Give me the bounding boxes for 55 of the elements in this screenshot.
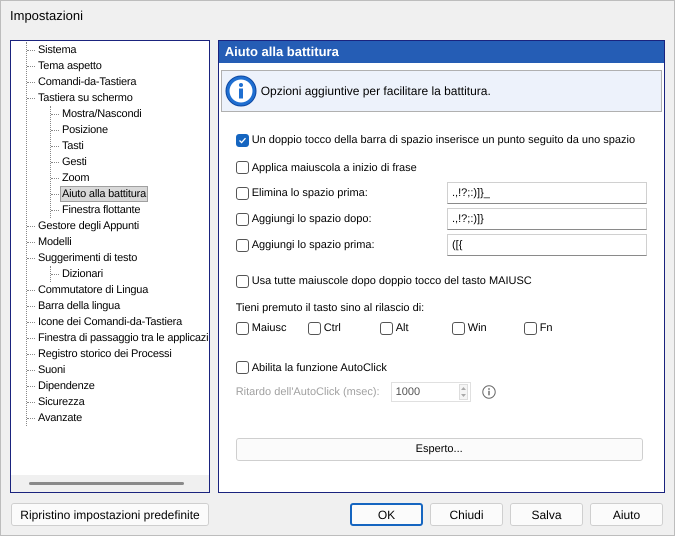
- tree-item[interactable]: Icone dei Comandi-da-Tastiera: [36, 314, 184, 330]
- option-checkbox[interactable]: Applica maiuscola a inizio di frase: [236, 160, 647, 176]
- dialog-button[interactable]: Salva: [510, 503, 583, 526]
- tree-item[interactable]: Gesti: [60, 154, 89, 170]
- dialog-button[interactable]: Aiuto: [590, 503, 663, 526]
- option-checkbox[interactable]: Abilita la funzione AutoClick: [236, 360, 647, 376]
- tree-item[interactable]: Modelli: [36, 234, 74, 250]
- tree-item[interactable]: Suoni: [36, 362, 68, 378]
- panel-title: Aiuto alla battitura: [224, 43, 339, 62]
- delay-label: Ritardo dell'AutoClick (msec):: [236, 384, 380, 400]
- dialog-button[interactable]: OK: [350, 503, 423, 526]
- tree-item[interactable]: Commutatore di Lingua: [36, 282, 150, 298]
- tree-item[interactable]: Tema aspetto: [36, 58, 104, 74]
- tree-item[interactable]: Suggerimenti di testo: [36, 250, 140, 266]
- tree-item[interactable]: Aiuto alla battitura: [60, 186, 148, 202]
- info-icon[interactable]: [482, 385, 496, 399]
- tree-item[interactable]: Sicurezza: [36, 394, 86, 410]
- option-checkbox[interactable]: Usa tutte maiuscole dopo doppio tocco del tasto MAIUSC: [236, 273, 647, 290]
- option-checkbox[interactable]: Aggiungi lo spazio dopo:: [236, 210, 372, 228]
- tree-item[interactable]: Dipendenze: [36, 378, 97, 394]
- option-checkbox[interactable]: Win: [452, 320, 524, 336]
- reset-defaults-button[interactable]: Ripristino impostazioni predefinite: [11, 503, 209, 526]
- option-checkbox[interactable]: Elimina lo spazio prima:: [236, 184, 368, 202]
- hold-keys-label: Tieni premuto il tasto sino al rilascio di:: [236, 300, 426, 316]
- window-title: Impostazioni: [10, 7, 83, 26]
- tree-item[interactable]: Mostra/Nascondi: [60, 106, 144, 122]
- option-checkbox[interactable]: Aggiungi lo spazio prima:: [236, 236, 375, 254]
- input-field[interactable]: .,!?;:)]}_: [447, 182, 647, 204]
- tree-item[interactable]: Dizionari: [60, 266, 105, 282]
- tree-item[interactable]: Posizione: [60, 122, 110, 138]
- input-field[interactable]: .,!?;:)]}: [447, 208, 647, 230]
- horizontal-scrollbar[interactable]: [11, 475, 209, 492]
- tree-item[interactable]: Registro storico dei Processi: [36, 346, 174, 362]
- tree-item[interactable]: Zoom: [60, 170, 92, 186]
- tree-item[interactable]: Comandi-da-Tastiera: [36, 74, 138, 90]
- tree-item[interactable]: Avanzate: [36, 410, 84, 426]
- info-icon: [224, 75, 257, 107]
- tree-item[interactable]: Tastiera su schermo: [36, 90, 135, 106]
- option-checkbox[interactable]: Maiusc: [236, 320, 308, 336]
- tree-item[interactable]: Barra della lingua: [36, 298, 122, 314]
- tree-item[interactable]: Tasti: [60, 138, 86, 154]
- option-checkbox[interactable]: Fn: [524, 320, 596, 336]
- spin-arrows-icon: [458, 384, 468, 400]
- option-checkbox[interactable]: Alt: [380, 320, 452, 336]
- tree-item[interactable]: Finestra flottante: [60, 202, 142, 218]
- option-checkbox[interactable]: Ctrl: [308, 320, 380, 336]
- tree-item[interactable]: Sistema: [36, 42, 78, 58]
- expert-button[interactable]: Esperto...: [236, 438, 643, 461]
- tree-item[interactable]: Finestra di passaggio tra le applicazi: [36, 330, 209, 346]
- dialog-button[interactable]: Chiudi: [430, 503, 503, 526]
- tree-item[interactable]: Gestore degli Appunti: [36, 218, 141, 234]
- input-field[interactable]: ([{: [447, 234, 647, 256]
- info-text: Opzioni aggiuntive per facilitare la battitura.: [260, 83, 491, 100]
- check-icon: [238, 136, 247, 145]
- option-checkbox[interactable]: Un doppio tocco della barra di spazio inserisce un punto seguito da uno spazio: [236, 132, 647, 148]
